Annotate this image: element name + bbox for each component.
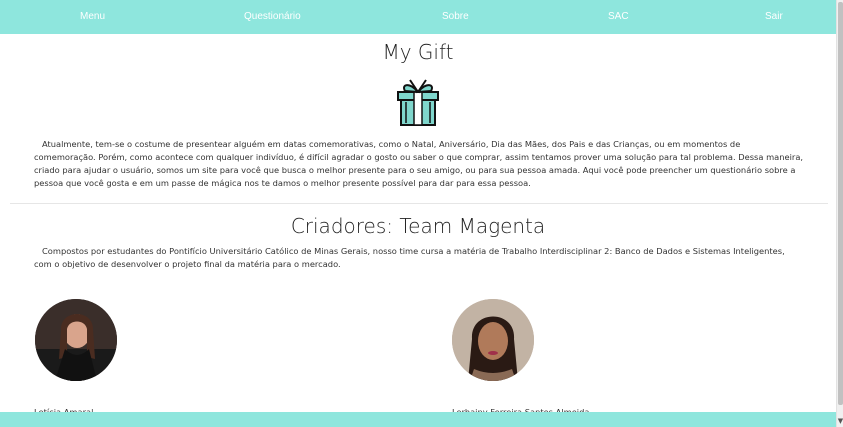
section-divider bbox=[10, 203, 828, 204]
scroll-down-arrow-icon[interactable]: ▼ bbox=[837, 417, 843, 425]
footer-bar bbox=[0, 412, 836, 427]
creators-title: Criadores: Team Magenta bbox=[290, 214, 546, 238]
member-avatar bbox=[452, 299, 534, 381]
creators-description: Compostos por estudantes do Pontifício U… bbox=[34, 246, 785, 269]
nav-sac-link[interactable]: SAC bbox=[608, 11, 629, 22]
vertical-scrollbar[interactable]: ▼ bbox=[836, 0, 843, 427]
intro-paragraph: Atualmente, tem-se o costume de presente… bbox=[34, 139, 804, 188]
top-navbar: Menu Questionário Sobre SAC Sair bbox=[0, 0, 836, 34]
nav-sair-link[interactable]: Sair bbox=[765, 11, 783, 22]
member-avatar bbox=[35, 299, 117, 381]
nav-questionario-link[interactable]: Questionário bbox=[244, 11, 301, 22]
scrollbar-thumb[interactable] bbox=[838, 2, 843, 405]
gift-box-icon bbox=[397, 79, 439, 126]
page-title: My Gift bbox=[382, 40, 454, 64]
nav-sobre-link[interactable]: Sobre bbox=[442, 11, 469, 22]
nav-menu-link[interactable]: Menu bbox=[80, 11, 105, 22]
